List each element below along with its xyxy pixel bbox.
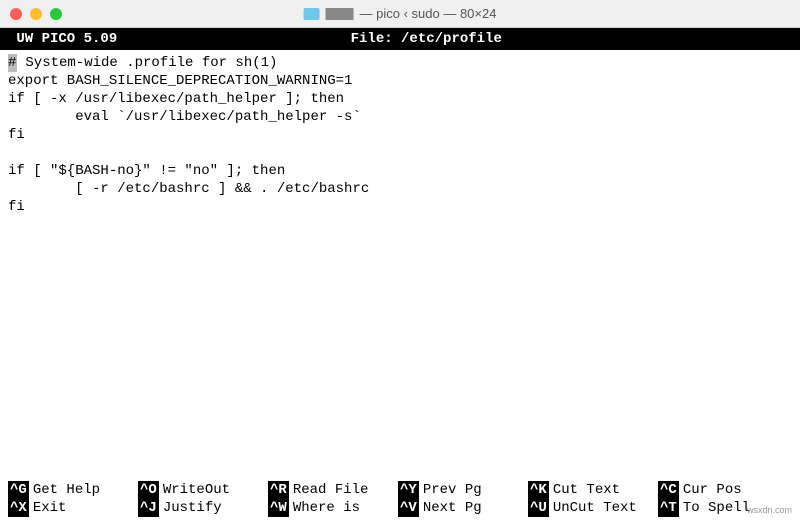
help-key: ^U bbox=[528, 499, 549, 517]
help-item[interactable]: ^KCut Text bbox=[528, 481, 658, 499]
help-row: ^GGet Help^OWriteOut^RRead File^YPrev Pg… bbox=[8, 481, 792, 499]
close-icon[interactable] bbox=[10, 8, 22, 20]
window-title: — pico ‹ sudo — 80×24 bbox=[304, 6, 497, 21]
zoom-icon[interactable] bbox=[50, 8, 62, 20]
help-key: ^Y bbox=[398, 481, 419, 499]
help-label: Get Help bbox=[33, 481, 100, 499]
editor-line: [ -r /etc/bashrc ] && . /etc/bashrc bbox=[8, 180, 792, 198]
help-item[interactable]: ^CCur Pos bbox=[658, 481, 788, 499]
help-key: ^G bbox=[8, 481, 29, 499]
help-key: ^R bbox=[268, 481, 289, 499]
editor-line: # System-wide .profile for sh(1) bbox=[8, 54, 792, 72]
help-label: WriteOut bbox=[163, 481, 230, 499]
editor-line: if [ -x /usr/libexec/path_helper ]; then bbox=[8, 90, 792, 108]
path-segment-icon bbox=[326, 8, 354, 20]
editor-line: if [ "${BASH-no}" != "no" ]; then bbox=[8, 162, 792, 180]
help-item[interactable]: ^JJustify bbox=[138, 499, 268, 517]
app-name: UW PICO 5.09 bbox=[8, 30, 126, 48]
watermark: wsxdn.com bbox=[747, 505, 792, 515]
window-title-text: — pico ‹ sudo — 80×24 bbox=[360, 6, 497, 21]
help-bar: ^GGet Help^OWriteOut^RRead File^YPrev Pg… bbox=[0, 481, 800, 521]
help-key: ^X bbox=[8, 499, 29, 517]
help-key: ^O bbox=[138, 481, 159, 499]
help-key: ^C bbox=[658, 481, 679, 499]
help-item[interactable]: ^YPrev Pg bbox=[398, 481, 528, 499]
editor-line: eval `/usr/libexec/path_helper -s` bbox=[8, 108, 792, 126]
window-titlebar: — pico ‹ sudo — 80×24 bbox=[0, 0, 800, 28]
minimize-icon[interactable] bbox=[30, 8, 42, 20]
help-key: ^V bbox=[398, 499, 419, 517]
help-label: Cur Pos bbox=[683, 481, 742, 499]
help-key: ^W bbox=[268, 499, 289, 517]
help-label: Exit bbox=[33, 499, 67, 517]
file-label: File: /etc/profile bbox=[351, 30, 502, 48]
editor-line: export BASH_SILENCE_DEPRECATION_WARNING=… bbox=[8, 72, 792, 90]
help-label: Prev Pg bbox=[423, 481, 482, 499]
folder-icon bbox=[304, 8, 320, 20]
help-row: ^XExit^JJustify^WWhere is^VNext Pg^UUnCu… bbox=[8, 499, 792, 517]
help-item[interactable]: ^XExit bbox=[8, 499, 138, 517]
help-label: Cut Text bbox=[553, 481, 620, 499]
editor-status-bar: UW PICO 5.09 File: /etc/profile bbox=[0, 28, 800, 50]
help-label: Justify bbox=[163, 499, 222, 517]
help-item[interactable]: ^VNext Pg bbox=[398, 499, 528, 517]
help-item[interactable]: ^RRead File bbox=[268, 481, 398, 499]
help-label: Read File bbox=[293, 481, 369, 499]
cursor: # bbox=[8, 54, 17, 72]
editor-line: fi bbox=[8, 198, 792, 216]
editor-line: fi bbox=[8, 126, 792, 144]
traffic-lights bbox=[10, 8, 62, 20]
help-label: Next Pg bbox=[423, 499, 482, 517]
help-label: Where is bbox=[293, 499, 360, 517]
help-key: ^K bbox=[528, 481, 549, 499]
help-item[interactable]: ^WWhere is bbox=[268, 499, 398, 517]
help-key: ^T bbox=[658, 499, 679, 517]
help-label: UnCut Text bbox=[553, 499, 637, 517]
editor-line bbox=[8, 144, 792, 162]
editor-area[interactable]: # System-wide .profile for sh(1)export B… bbox=[0, 50, 800, 238]
editor-line bbox=[8, 216, 792, 234]
help-key: ^J bbox=[138, 499, 159, 517]
help-item[interactable]: ^GGet Help bbox=[8, 481, 138, 499]
help-item[interactable]: ^OWriteOut bbox=[138, 481, 268, 499]
help-label: To Spell bbox=[683, 499, 750, 517]
help-item[interactable]: ^UUnCut Text bbox=[528, 499, 658, 517]
